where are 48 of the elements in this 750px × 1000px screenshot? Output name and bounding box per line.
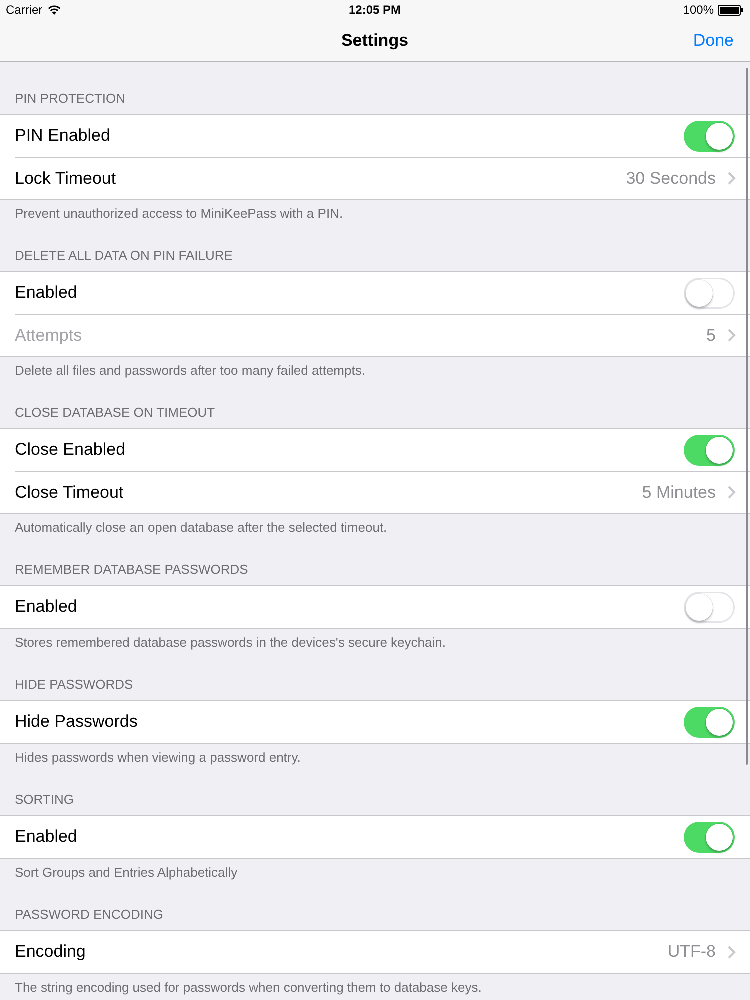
section-footer: The string encoding used for passwords when converting them to database keys. <box>15 980 482 996</box>
section-footer: Sort Groups and Entries Alphabetically <box>15 865 238 881</box>
toggle-switch[interactable] <box>684 120 735 152</box>
chevron-right-icon <box>728 172 736 185</box>
chevron-right-icon <box>728 946 736 958</box>
chevron-right-icon <box>728 329 736 342</box>
setting-value: UTF-8 <box>668 942 716 962</box>
setting-label: Lock Timeout <box>15 168 116 188</box>
setting-label: Enabled <box>15 827 78 847</box>
toggle-switch[interactable] <box>684 278 735 308</box>
toggle-switch[interactable] <box>684 706 735 738</box>
setting-label: Close Enabled <box>15 440 126 460</box>
section-header: PASSWORD ENCODING <box>15 907 164 923</box>
section-footer: Delete all files and passwords after too many failed attempts. <box>15 363 366 379</box>
battery-percent: 100% <box>683 3 714 17</box>
setting-label: Close Timeout <box>15 482 124 502</box>
settings-row[interactable]: Close Timeout 5 Minutes <box>0 471 750 513</box>
setting-label: Hide Passwords <box>15 712 138 732</box>
section-header: SORTING <box>15 792 74 808</box>
section-header: PIN PROTECTION <box>15 91 126 107</box>
status-time: 12:05 PM <box>348 3 402 17</box>
section-header: DELETE ALL DATA ON PIN FAILURE <box>15 248 233 264</box>
done-button[interactable]: Done <box>693 30 734 50</box>
section-footer: Hides passwords when viewing a password entry. <box>15 750 301 766</box>
section-header: CLOSE DATABASE ON TIMEOUT <box>15 405 216 421</box>
section-header: HIDE PASSWORDS <box>15 677 134 693</box>
setting-value: 5 <box>706 326 716 346</box>
section-footer: Prevent unauthorized access to MiniKeePass with a PIN. <box>15 206 344 222</box>
section-footer: Automatically close an open database after the selected timeout. <box>15 520 388 536</box>
toggle-switch[interactable] <box>684 822 735 852</box>
setting-label: PIN Enabled <box>15 126 110 146</box>
setting-label: Encoding <box>15 942 86 962</box>
setting-label: Enabled <box>15 597 78 617</box>
wifi-icon <box>48 5 61 15</box>
setting-value: 30 Seconds <box>626 168 716 188</box>
settings-row[interactable]: Lock Timeout 30 Seconds <box>0 157 750 199</box>
toggle-switch[interactable] <box>684 434 735 466</box>
setting-value: 5 Minutes <box>642 482 716 502</box>
section-footer: Stores remembered database passwords in the devices's secure keychain. <box>15 635 446 651</box>
chevron-right-icon <box>728 486 736 499</box>
carrier-text: Carrier <box>6 3 43 17</box>
section-header: REMEMBER DATABASE PASSWORDS <box>15 562 248 578</box>
setting-label: Attempts <box>15 326 82 346</box>
battery-icon <box>718 4 744 16</box>
toggle-switch[interactable] <box>684 592 735 622</box>
settings-row[interactable]: Encoding UTF-8 <box>0 931 750 973</box>
setting-label: Enabled <box>15 283 78 303</box>
nav-title: Settings <box>341 30 409 50</box>
